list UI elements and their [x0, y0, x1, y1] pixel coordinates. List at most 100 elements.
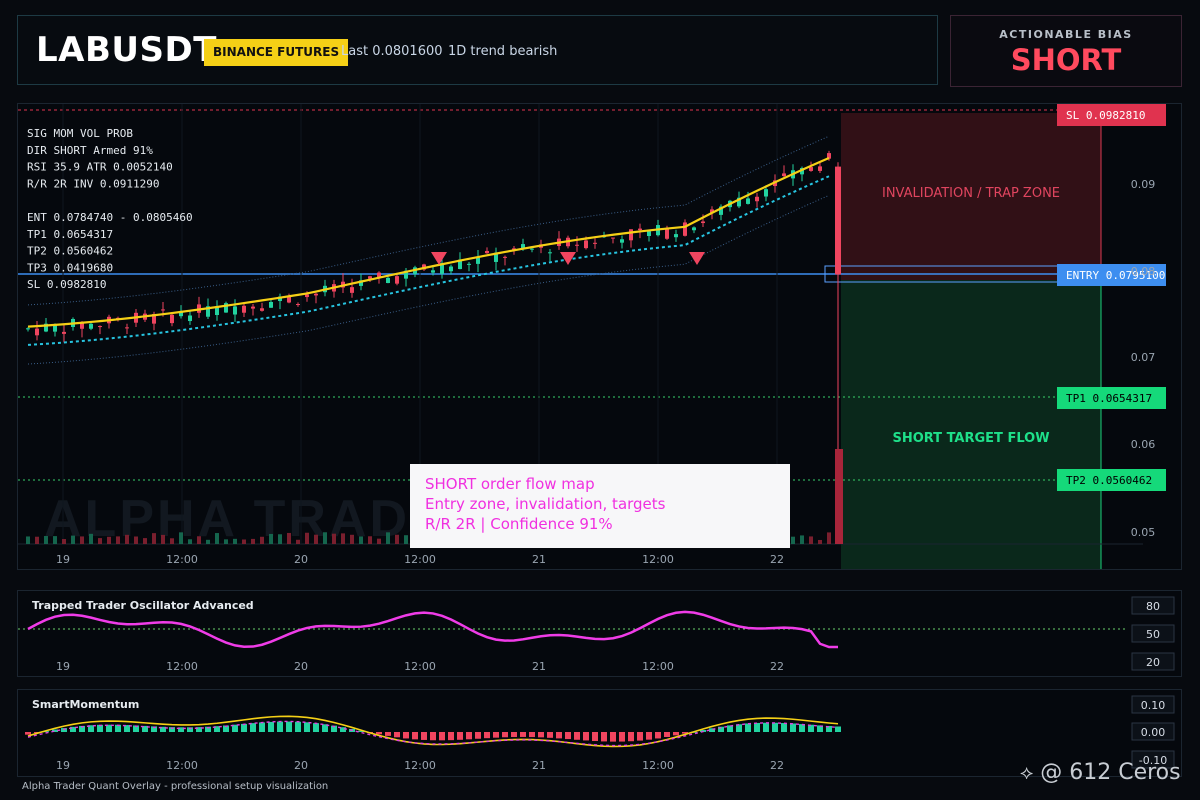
- momentum-bar: [664, 732, 670, 738]
- volume-bar: [800, 535, 804, 544]
- candle-body: [233, 306, 237, 315]
- volume-bar: [296, 539, 300, 544]
- mom-level-1: 0.00: [1141, 726, 1166, 739]
- momentum-bar: [439, 732, 445, 741]
- momentum-bar: [502, 732, 508, 738]
- candle-body: [629, 229, 633, 241]
- candle-body: [449, 266, 453, 272]
- candle-body: [170, 314, 174, 324]
- candle-body: [26, 328, 30, 330]
- momentum-bar: [241, 723, 247, 732]
- mom-level-0: 0.10: [1141, 699, 1166, 712]
- volume-bar: [215, 533, 219, 544]
- momentum-bar: [250, 723, 256, 732]
- momentum-bar: [385, 732, 391, 736]
- binance-icon: ⟡: [1020, 760, 1034, 784]
- volume-bar: [98, 538, 102, 544]
- volume-bar: [269, 533, 273, 544]
- candle-body: [593, 242, 597, 244]
- momentum-bar: [583, 732, 589, 741]
- candle-body: [638, 228, 642, 231]
- osc-level-0: 80: [1146, 600, 1160, 613]
- note-line-2: Entry zone, invalidation, targets: [425, 495, 666, 513]
- volume-bar: [305, 532, 309, 544]
- info-line-3: R/R 2R INV 0.0911290: [27, 177, 159, 190]
- volume-bar: [134, 536, 138, 544]
- volume-bar: [179, 532, 183, 544]
- osc-time-tick-1: 12:00: [166, 660, 198, 673]
- info-line-7: TP2 0.0560462: [27, 245, 113, 258]
- momentum-bar: [466, 732, 472, 740]
- volume-bar: [386, 532, 390, 544]
- info-line-1: DIR SHORT Armed 91%: [27, 144, 153, 157]
- candle-body: [98, 326, 102, 328]
- momentum-canvas[interactable]: SmartMomentum 0.100.00-0.1019 12:00 20 12:00…: [18, 690, 1181, 776]
- momentum-bar: [763, 722, 769, 732]
- candle-body: [305, 294, 309, 298]
- volume-bar: [89, 533, 93, 544]
- candle-body: [161, 309, 165, 311]
- candle-body: [296, 304, 300, 306]
- oscillator-panel[interactable]: Trapped Trader Oscillator Advanced 80 50 20…: [17, 590, 1182, 677]
- volume-bar: [251, 538, 255, 544]
- volume-bar: [125, 534, 129, 544]
- momentum-bar: [313, 723, 319, 732]
- volume-bar: [161, 534, 165, 544]
- time-tick-5: 12:00: [642, 553, 674, 566]
- candle-body: [476, 257, 480, 264]
- bias-panel: ACTIONABLE BIAS SHORT: [950, 15, 1182, 87]
- candle-body: [314, 293, 318, 296]
- momentum-bar: [277, 721, 283, 732]
- trend-label: 1D trend bearish: [448, 44, 558, 59]
- candle-body: [575, 244, 579, 246]
- mom-time-tick-5: 12:00: [642, 759, 674, 772]
- momentum-bar: [592, 732, 598, 742]
- last-price: Last 0.0801600: [341, 44, 443, 59]
- price-tick-3: 0.06: [1131, 438, 1156, 451]
- momentum-bar: [403, 732, 409, 739]
- invalidation-zone-label: INVALIDATION / TRAP ZONE: [882, 186, 1060, 201]
- candle-body: [683, 222, 687, 236]
- momentum-bar: [547, 732, 553, 738]
- volume-bar: [242, 539, 246, 544]
- info-line-8: TP3 0.0419680: [27, 261, 113, 274]
- momentum-panel[interactable]: SmartMomentum 0.10 0.00 -0.10 19 12:00 20 12:00…: [17, 689, 1182, 777]
- price-tick-4: 0.05: [1131, 526, 1156, 539]
- volume-bar: [44, 536, 48, 544]
- candle-body: [548, 252, 552, 254]
- volume-bar: [26, 536, 30, 544]
- momentum-bar: [619, 732, 625, 742]
- volume-bar: [260, 536, 264, 544]
- momentum-bar: [790, 723, 796, 732]
- volume-bar: [107, 536, 111, 544]
- candle-body: [260, 308, 264, 311]
- info-line-5: ENT 0.0784740 - 0.0805460: [27, 211, 193, 224]
- mom-time-tick-0: 19: [56, 759, 70, 772]
- volume-bar: [314, 534, 318, 544]
- header-bar: LABUSDT BINANCE FUTURES Last 0.0801600 1…: [17, 15, 938, 85]
- momentum-bar: [772, 722, 778, 732]
- momentum-bar: [781, 723, 787, 732]
- volume-bar: [809, 536, 813, 544]
- volume-bar: [278, 534, 282, 544]
- momentum-bar: [394, 732, 400, 738]
- candle-body: [485, 250, 489, 254]
- time-tick-1: 12:00: [166, 553, 198, 566]
- oscillator-canvas[interactable]: Trapped Trader Oscillator Advanced 80 50 20…: [18, 591, 1181, 676]
- note-line-1: SHORT order flow map: [425, 475, 595, 493]
- volume-bar: [35, 536, 39, 544]
- mom-time-tick-4: 21: [532, 759, 546, 772]
- annotation-note: SHORT order flow map Entry zone, invalid…: [410, 464, 790, 548]
- candle-body: [503, 256, 507, 258]
- volume-bar: [206, 539, 210, 544]
- momentum-bar: [448, 732, 454, 741]
- candle-body: [746, 198, 750, 204]
- candle-body: [62, 331, 66, 334]
- volume-bar: [143, 538, 147, 544]
- bias-label: ACTIONABLE BIAS: [999, 28, 1133, 41]
- momentum-bar: [493, 732, 499, 738]
- osc-time-tick-4: 21: [532, 660, 546, 673]
- osc-time-tick-6: 22: [770, 660, 784, 673]
- osc-level-2: 20: [1146, 656, 1160, 669]
- volume-bar: [359, 536, 363, 544]
